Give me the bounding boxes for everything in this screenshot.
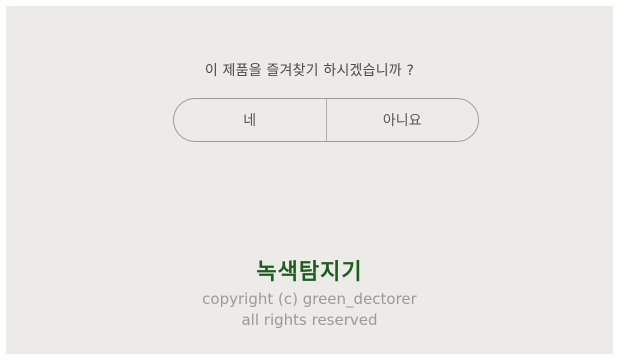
choice-button-group: 네 아니요 (173, 98, 479, 142)
copyright-line-1: copyright (c) green_dectorer (202, 290, 417, 308)
no-button[interactable]: 아니요 (327, 99, 479, 141)
brand-logo: 녹색탐지기 (256, 259, 363, 285)
copyright-text: copyright (c) green_dectorer all rights … (6, 289, 613, 331)
favorite-dialog: 이 제품을 즐겨찾기 하시겠습니까 ? 네 아니요 녹색탐지기 copyrigh… (6, 6, 613, 354)
yes-button[interactable]: 네 (174, 99, 326, 141)
copyright-line-2: all rights reserved (241, 311, 378, 329)
dialog-question: 이 제품을 즐겨찾기 하시겠습니까 ? (204, 63, 415, 79)
